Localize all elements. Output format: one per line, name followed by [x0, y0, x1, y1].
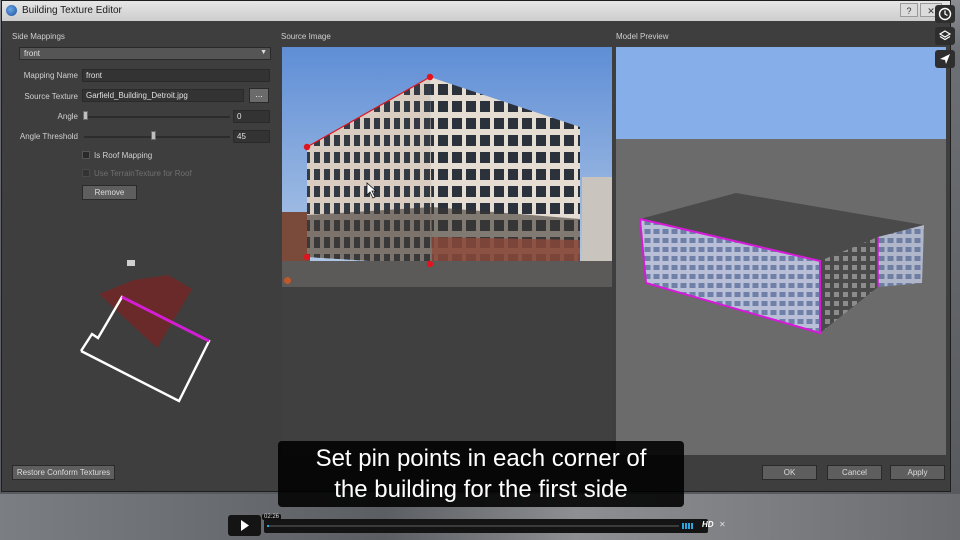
source-image-header: Source Image: [281, 32, 331, 41]
pin-top-left[interactable]: [303, 143, 311, 151]
send-icon: [940, 54, 950, 64]
collections-button[interactable]: [935, 27, 955, 45]
angle-threshold-label: Angle Threshold: [19, 132, 78, 141]
volume-icon[interactable]: [682, 522, 696, 530]
is-roof-mapping-label: Is Roof Mapping: [94, 151, 153, 160]
video-caption: Set pin points in each corner of the bui…: [278, 441, 684, 507]
fullscreen-button[interactable]: ✕: [719, 520, 726, 529]
angle-input[interactable]: 0: [233, 110, 270, 123]
caption-line-1: Set pin points in each corner of: [315, 445, 647, 472]
angle-slider-thumb[interactable]: [83, 111, 88, 120]
play-button[interactable]: [228, 515, 261, 536]
use-terrain-texture-checkbox[interactable]: [82, 169, 90, 177]
mapping-name-input[interactable]: front: [82, 69, 270, 82]
side-mappings-header: Side Mappings: [12, 32, 65, 41]
side-select-value: front: [24, 49, 41, 58]
angle-threshold-input[interactable]: 45: [233, 130, 270, 143]
street: [282, 261, 612, 287]
angle-threshold-slider-track[interactable]: [84, 136, 230, 138]
source-photo[interactable]: [282, 47, 612, 287]
apply-button[interactable]: Apply: [890, 465, 945, 480]
timestamp-tooltip: 02:26: [262, 514, 282, 520]
source-texture-input[interactable]: Garfield_Building_Detroit.jpg: [82, 89, 244, 102]
caption-line-2: the building for the first side: [334, 476, 628, 503]
layers-icon: [938, 30, 952, 41]
ok-button[interactable]: OK: [762, 465, 817, 480]
cancel-button[interactable]: Cancel: [827, 465, 882, 480]
video-timeline[interactable]: [264, 519, 708, 533]
angle-slider-track[interactable]: [84, 116, 230, 118]
source-texture-label: Source Texture: [24, 92, 78, 101]
app-icon: [6, 5, 17, 16]
brick-base: [432, 237, 580, 265]
restore-conform-textures-button[interactable]: Restore Conform Textures: [12, 465, 115, 480]
watch-later-button[interactable]: [935, 5, 955, 23]
timeline-track[interactable]: [267, 525, 679, 527]
angle-label: Angle: [57, 112, 78, 121]
use-terrain-texture-label: Use TerrainTexture for Roof: [94, 169, 192, 178]
timeline-progress: [267, 525, 269, 527]
window-title: Building Texture Editor: [22, 5, 122, 16]
model-preview-viewport[interactable]: [616, 47, 946, 455]
side-select[interactable]: front ▼: [19, 47, 271, 60]
building-texture-editor-window: Building Texture Editor ? ✕ Side Mapping…: [1, 0, 951, 492]
pin-bottom-right[interactable]: [426, 260, 434, 268]
hd-button[interactable]: HD: [702, 520, 714, 529]
is-roof-mapping-checkbox[interactable]: [82, 151, 90, 159]
clock-icon: [938, 7, 952, 21]
pin-handle-icon[interactable]: [284, 277, 291, 284]
mapping-name-label: Mapping Name: [23, 71, 78, 80]
preview-sky: [616, 47, 946, 139]
source-image-pane[interactable]: [282, 47, 612, 455]
help-button[interactable]: ?: [900, 3, 918, 17]
footprint-diagram[interactable]: [62, 251, 242, 411]
share-button[interactable]: [935, 50, 955, 68]
angle-threshold-slider-thumb[interactable]: [151, 131, 156, 140]
play-icon: [241, 520, 249, 531]
camera-icon: [127, 260, 135, 266]
model-preview-pane[interactable]: [616, 47, 946, 455]
model-preview-header: Model Preview: [616, 32, 669, 41]
video-player-controls: HD ✕: [228, 515, 732, 536]
pin-top-right[interactable]: [426, 73, 434, 81]
pin-bottom-left[interactable]: [303, 253, 311, 261]
remove-button[interactable]: Remove: [82, 185, 137, 200]
neighbor-building: [582, 177, 612, 267]
chevron-down-icon: ▼: [260, 49, 267, 56]
title-bar[interactable]: Building Texture Editor ? ✕: [2, 1, 950, 21]
browse-texture-button[interactable]: ...: [249, 88, 269, 103]
